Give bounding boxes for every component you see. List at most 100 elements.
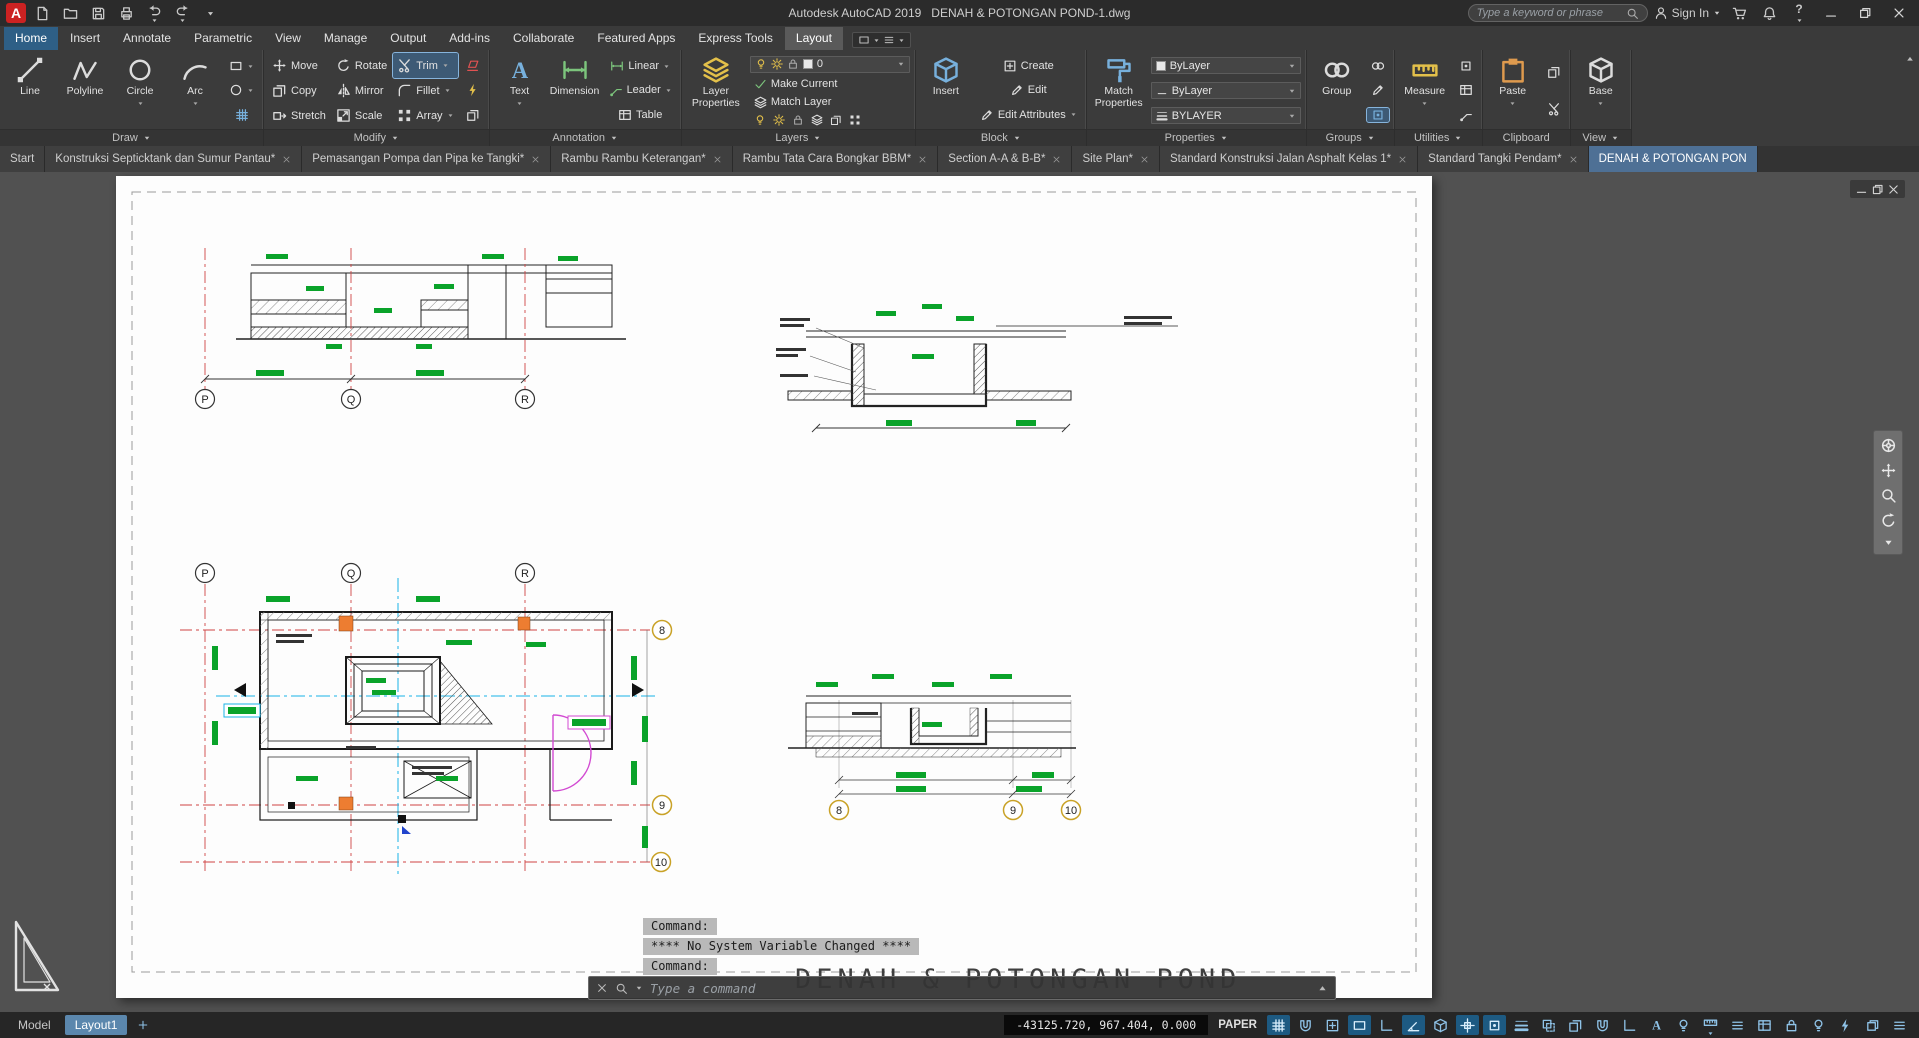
pan-icon[interactable] xyxy=(1880,462,1897,479)
restore-button[interactable] xyxy=(1851,2,1879,24)
scale-button[interactable]: Scale xyxy=(332,103,391,128)
snap-mode-toggle[interactable] xyxy=(1294,1015,1317,1035)
ortho-mode-toggle[interactable] xyxy=(1375,1015,1398,1035)
save-button[interactable] xyxy=(86,2,110,24)
clean-screen-button[interactable] xyxy=(1861,1015,1884,1035)
layer-lock-icon[interactable] xyxy=(787,58,799,70)
isolate-objects-button[interactable] xyxy=(1807,1015,1830,1035)
base-button[interactable]: Base xyxy=(1575,53,1627,128)
file-tab-denah-potongan-pond[interactable]: DENAH & POTONGAN PON xyxy=(1589,146,1758,172)
command-input[interactable] xyxy=(650,981,1310,996)
layer-off-icon[interactable] xyxy=(811,114,823,126)
mirror-button[interactable]: Mirror xyxy=(332,78,391,103)
file-tab-start[interactable]: Start xyxy=(0,146,45,172)
redo-button[interactable] xyxy=(170,2,194,24)
dynamic-ucs-toggle[interactable] xyxy=(1618,1015,1641,1035)
tab-add-ins[interactable]: Add-ins xyxy=(438,27,501,50)
customize-button[interactable] xyxy=(1888,1015,1911,1035)
layer-freeze-icon[interactable] xyxy=(773,114,785,126)
tab-featured-apps[interactable]: Featured Apps xyxy=(586,27,686,50)
annotation-visibility-toggle[interactable] xyxy=(1672,1015,1695,1035)
tab-manage[interactable]: Manage xyxy=(313,27,378,50)
utilities-panel-footer[interactable]: Utilities xyxy=(1395,129,1482,146)
stretch-button[interactable]: Stretch xyxy=(268,103,330,128)
block-panel-footer[interactable]: Block xyxy=(916,129,1086,146)
plot-button[interactable] xyxy=(114,2,138,24)
layer-dropdown[interactable]: 0 xyxy=(750,56,910,73)
offset-button[interactable] xyxy=(462,108,484,122)
file-tab-standard-jalan-asphalt[interactable]: Standard Konstruksi Jalan Asphalt Kelas … xyxy=(1160,146,1418,172)
tab-layout[interactable]: Layout xyxy=(785,27,843,50)
leader-button[interactable]: Leader xyxy=(605,83,676,97)
text-button[interactable]: Text xyxy=(494,53,546,128)
erase-button[interactable] xyxy=(462,59,484,73)
properties-panel-footer[interactable]: Properties xyxy=(1087,129,1306,146)
quick-calculator-button[interactable] xyxy=(1455,83,1477,97)
fillet-button[interactable]: Fillet xyxy=(393,78,457,103)
arc-button[interactable]: Arc xyxy=(169,53,221,128)
layer-merge-icon[interactable] xyxy=(849,114,861,126)
tab-parametric[interactable]: Parametric xyxy=(183,27,263,50)
polyline-button[interactable]: Polyline xyxy=(59,53,111,128)
open-button[interactable] xyxy=(58,2,82,24)
command-line[interactable] xyxy=(588,976,1336,1000)
drawing-area[interactable]: P Q R xyxy=(0,172,1919,1012)
layer-lock-tool-icon[interactable] xyxy=(792,114,804,126)
linear-dimension-button[interactable]: Linear xyxy=(606,59,674,73)
undo-button[interactable] xyxy=(142,2,166,24)
caret-down-icon[interactable] xyxy=(137,100,144,107)
close-tab-icon[interactable] xyxy=(282,155,291,164)
annotation-panel-footer[interactable]: Annotation xyxy=(490,129,681,146)
workspace-icon[interactable] xyxy=(883,34,895,46)
quick-properties-toggle[interactable] xyxy=(1753,1015,1776,1035)
tab-collaborate[interactable]: Collaborate xyxy=(502,27,585,50)
navbar-more-icon[interactable] xyxy=(1883,537,1894,548)
close-tab-icon[interactable] xyxy=(1140,155,1149,164)
tab-annotate[interactable]: Annotate xyxy=(112,27,182,50)
line-button[interactable]: Line xyxy=(4,53,56,128)
lineweight-dropdown[interactable]: BYLAYER xyxy=(1151,107,1301,124)
qat-more-button[interactable] xyxy=(198,2,222,24)
steering-wheel-icon[interactable] xyxy=(1880,437,1897,454)
view-panel-footer[interactable]: View xyxy=(1571,129,1631,146)
layout1-tab[interactable]: Layout1 xyxy=(65,1015,128,1035)
app-store-cart-button[interactable] xyxy=(1727,2,1751,24)
insert-button[interactable]: Insert xyxy=(920,53,972,128)
file-tab-rambu-bongkar-bbm[interactable]: Rambu Tata Cara Bongkar BBM* xyxy=(733,146,939,172)
command-customize-icon[interactable] xyxy=(615,982,628,995)
tab-express-tools[interactable]: Express Tools xyxy=(687,27,783,50)
layer-walk-icon[interactable] xyxy=(830,114,842,126)
lock-ui-button[interactable] xyxy=(1780,1015,1803,1035)
rectangle-button[interactable] xyxy=(225,59,258,73)
infer-constraints-toggle[interactable] xyxy=(1321,1015,1344,1035)
recent-commands-icon[interactable] xyxy=(1317,983,1328,994)
draw-panel-footer[interactable]: Draw xyxy=(0,129,263,146)
ribbon-collapse-button[interactable] xyxy=(1901,50,1919,146)
file-tab-site-plan[interactable]: Site Plan* xyxy=(1072,146,1160,172)
viewport-icon[interactable] xyxy=(858,34,870,46)
circle-button[interactable]: Circle xyxy=(114,53,166,128)
quick-select-button[interactable] xyxy=(1455,59,1477,73)
autocad-logo[interactable]: A xyxy=(6,3,26,23)
annotation-scale-button[interactable] xyxy=(1699,1015,1722,1035)
new-drawing-button[interactable] xyxy=(30,2,54,24)
layer-thaw-icon[interactable] xyxy=(771,58,783,70)
3d-object-snap-toggle[interactable] xyxy=(1591,1015,1614,1035)
tab-view[interactable]: View xyxy=(264,27,312,50)
hatch-button[interactable] xyxy=(231,108,253,122)
transparency-toggle[interactable] xyxy=(1537,1015,1560,1035)
groups-panel-footer[interactable]: Groups xyxy=(1307,129,1394,146)
close-tab-icon[interactable] xyxy=(1569,155,1578,164)
measure-button[interactable]: Measure xyxy=(1399,53,1451,128)
zoom-icon[interactable] xyxy=(1880,487,1897,504)
sign-in-button[interactable]: Sign In xyxy=(1654,6,1721,20)
ungroup-button[interactable] xyxy=(1367,59,1389,73)
close-tab-icon[interactable] xyxy=(531,155,540,164)
model-tab[interactable]: Model xyxy=(8,1015,61,1035)
modify-panel-footer[interactable]: Modify xyxy=(264,129,489,146)
tab-output[interactable]: Output xyxy=(379,27,437,50)
help-button[interactable]: ? xyxy=(1787,2,1811,24)
dynamic-input-toggle[interactable] xyxy=(1348,1015,1371,1035)
isometric-drafting-toggle[interactable] xyxy=(1429,1015,1452,1035)
object-snap-toggle[interactable] xyxy=(1483,1015,1506,1035)
